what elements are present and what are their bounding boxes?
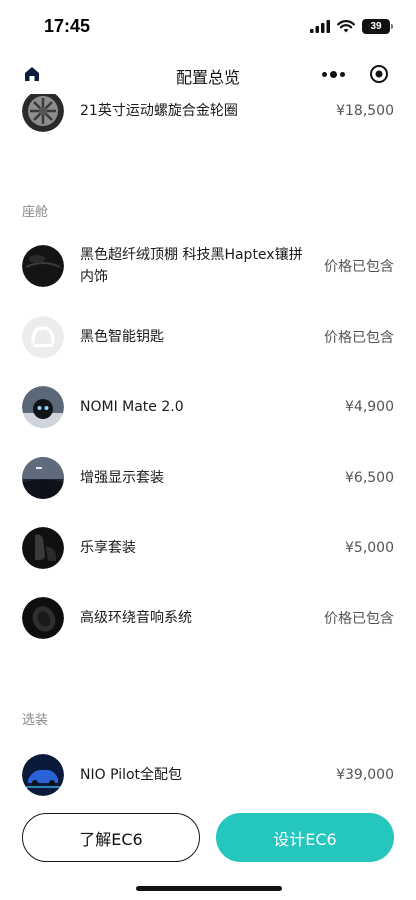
list-item-audio[interactable]: 高级环绕音响系统 价格已包含 [0,583,416,653]
display-thumb-icon [22,457,64,499]
bottom-action-bar: 了解EC6 设计EC6 [0,798,416,900]
nav-bar: 配置总览 [0,54,416,94]
config-list[interactable]: 21英寸运动螺旋合金轮圈 ¥18,500 座舱 黑色超纤绒顶棚 科技黑Hapte… [0,94,416,798]
status-icons: 39 [310,19,393,34]
list-item-smart-key[interactable]: 黑色智能钥匙 价格已包含 [0,302,416,372]
item-label: 黑色智能钥匙 [80,329,164,345]
item-label: 高级环绕音响系统 [80,610,192,626]
item-label: NOMI Mate 2.0 [80,399,184,415]
list-item-comfort[interactable]: 乐享套装 ¥5,000 [0,513,416,583]
close-target-icon[interactable] [356,57,402,91]
design-ec6-button[interactable]: 设计EC6 [216,813,394,862]
signal-icon [310,20,330,33]
item-label: NIO Pilot全配包 [80,767,183,783]
status-bar: 17:45 39 [0,0,416,54]
item-price: ¥18,500 [336,103,394,119]
item-price: ¥39,000 [336,767,394,783]
item-price: ¥6,500 [345,470,394,486]
item-price: 价格已包含 [324,330,394,346]
home-indicator[interactable] [136,886,282,891]
item-label: 乐享套装 [80,540,136,556]
item-price: 价格已包含 [324,611,394,627]
list-item-nio-pilot[interactable]: NIO Pilot全配包 ¥39,000 [0,740,416,798]
section-heading-cabin: 座舱 [22,205,49,220]
pilot-car-thumb-icon [22,754,64,796]
headliner-thumb-icon [22,245,64,287]
item-price: 价格已包含 [324,259,394,275]
list-item-display[interactable]: 增强显示套装 ¥6,500 [0,443,416,513]
list-item-headliner[interactable]: 黑色超纤绒顶棚 科技黑Haptex镶拼内饰 价格已包含 [0,231,416,301]
list-item-nomi[interactable]: NOMI Mate 2.0 ¥4,900 [0,372,416,442]
battery-icon: 39 [362,19,393,34]
item-price: ¥5,000 [345,540,394,556]
list-item-wheel[interactable]: 21英寸运动螺旋合金轮圈 ¥18,500 [0,94,416,146]
learn-ec6-button[interactable]: 了解EC6 [22,813,200,862]
more-menu-icon[interactable] [310,57,356,91]
wifi-icon [337,20,355,33]
mini-program-capsule [310,57,402,91]
item-label: 21英寸运动螺旋合金轮圈 [80,103,238,119]
seat-thumb-icon [22,527,64,569]
item-price: ¥4,900 [345,399,394,415]
nio-key-thumb-icon [22,316,64,358]
wheel-thumb-icon [22,94,64,132]
section-heading-options: 选装 [22,713,49,728]
item-label: 黑色超纤绒顶棚 科技黑Haptex镶拼内饰 [80,247,303,285]
status-time: 17:45 [44,16,91,36]
nomi-thumb-icon [22,386,64,428]
speaker-thumb-icon [22,597,64,639]
item-label: 增强显示套装 [80,470,164,486]
